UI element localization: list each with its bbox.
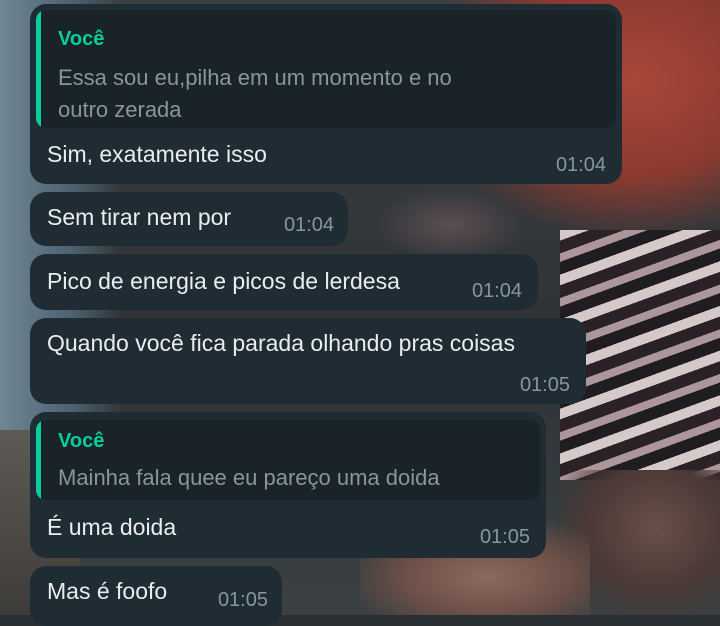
message-bubble[interactable]: Pico de energia e picos de lerdesa 01:04 (30, 254, 538, 310)
quoted-message-text-line-2: outro zerada (58, 97, 182, 122)
quoted-message-text-line-1: Mainha fala quee eu pareço uma doida (58, 465, 440, 490)
message-bubble[interactable]: Mas é foofo 01:05 (30, 566, 282, 626)
message-bubble[interactable]: Você Mainha fala quee eu pareço uma doid… (30, 412, 546, 558)
message-timestamp: 01:04 (471, 280, 522, 302)
message-timestamp: 01:05 (217, 589, 268, 611)
message-timestamp: 01:05 (479, 526, 530, 548)
quoted-message[interactable]: Você Essa sou eu,pilha em um momento e n… (36, 10, 616, 128)
quote-accent-bar (36, 10, 41, 128)
message-bubble[interactable]: Você Essa sou eu,pilha em um momento e n… (30, 4, 622, 184)
message-text: Mas é foofo (47, 578, 168, 604)
message-text: É uma doida (47, 514, 177, 540)
message-bubble[interactable]: Quando você fica parada olhando pras coi… (30, 318, 586, 404)
quoted-message-author: Você (58, 430, 105, 452)
message-text: Pico de energia e picos de lerdesa (47, 268, 400, 294)
message-timestamp: 01:04 (283, 214, 334, 236)
quoted-message[interactable]: Você Mainha fala quee eu pareço uma doid… (36, 420, 540, 500)
quoted-message-text-line-1: Essa sou eu,pilha em um momento e no (58, 65, 452, 90)
message-list: Você Essa sou eu,pilha em um momento e n… (0, 0, 720, 626)
message-timestamp: 01:04 (555, 154, 606, 176)
message-bubble[interactable]: Sem tirar nem por 01:04 (30, 192, 348, 246)
message-text: Sim, exatamente isso (47, 141, 267, 167)
quoted-message-author: Você (58, 28, 105, 50)
quote-accent-bar (36, 420, 41, 500)
message-timestamp: 01:05 (519, 374, 570, 396)
message-text: Quando você fica parada olhando pras coi… (47, 330, 515, 356)
message-text: Sem tirar nem por (47, 204, 232, 230)
